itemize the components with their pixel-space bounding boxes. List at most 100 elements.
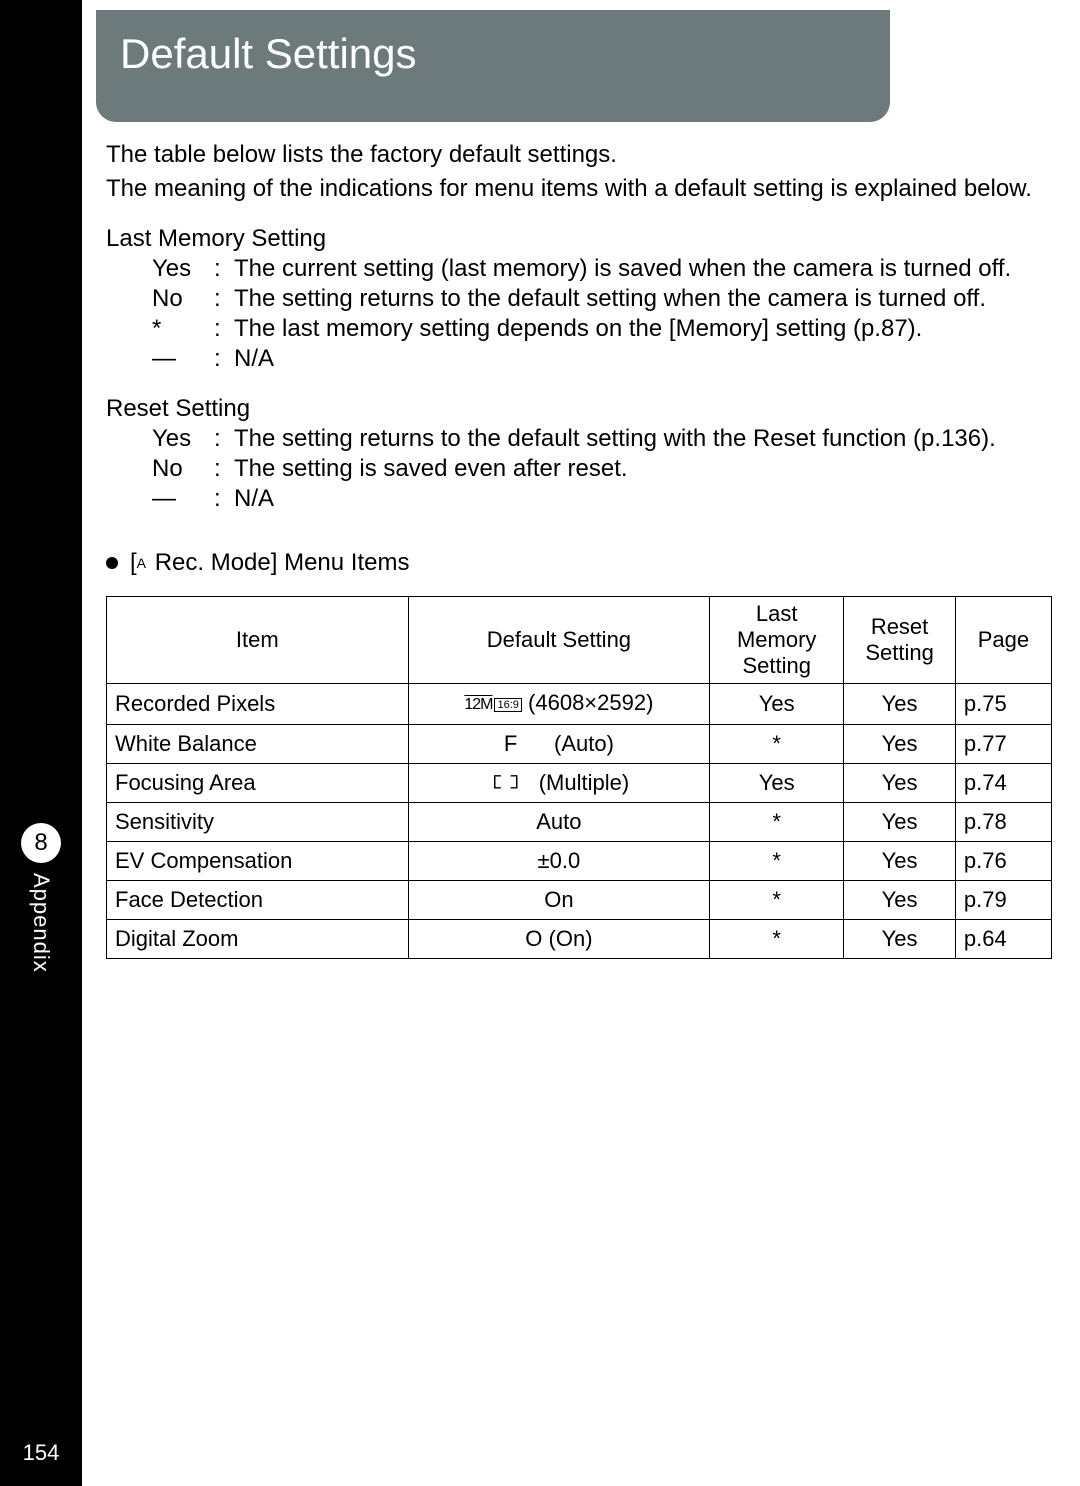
manual-page: 8 Appendix 154 Default Settings The tabl… [0,0,1080,1486]
cell-last-memory: * [710,920,844,959]
aspect-icon: 16:9 [494,698,521,712]
page-number: 154 [0,1440,82,1466]
cell-last-memory: Yes [710,764,844,803]
definition-text: The setting returns to the default setti… [234,284,1052,314]
definition-row: Yes : The setting returns to the default… [152,424,1052,454]
cell-page: p.75 [955,684,1051,725]
definition-row: — : N/A [152,484,1052,514]
intro-line-2: The meaning of the indications for menu … [106,174,1052,204]
cell-reset: Yes [844,803,956,842]
definition-key: Yes [152,424,214,454]
definition-colon: : [214,344,234,374]
cell-item: EV Compensation [107,842,409,881]
cell-item: Focusing Area [107,764,409,803]
definition-text: The current setting (last memory) is sav… [234,254,1052,284]
table-row: EV Compensation ±0.0 * Yes p.76 [107,842,1052,881]
sidebar-content: 8 Appendix [0,823,82,973]
cell-page: p.79 [955,881,1051,920]
cell-reset: Yes [844,725,956,764]
cell-default: 12M16:9 (4608×2592) [408,684,710,725]
cell-last-memory: * [710,881,844,920]
col-item: Item [107,597,409,684]
col-reset: Reset Setting [844,597,956,684]
definition-text: The last memory setting depends on the [… [234,314,1052,344]
cell-default: Auto [408,803,710,842]
definition-key: No [152,454,214,484]
check-on-icon: O [525,926,542,951]
cell-page: p.74 [955,764,1051,803]
definition-colon: : [214,284,234,314]
page-title-tab: Default Settings [96,10,890,122]
table-row: White Balance F (Auto) * Yes p.77 [107,725,1052,764]
focus-bracket-icon: ┌┐└┘ [489,772,533,796]
cell-item: Recorded Pixels [107,684,409,725]
cell-default: On [408,881,710,920]
awb-icon: F [504,731,517,756]
definition-colon: : [214,254,234,284]
bullet-icon [106,557,118,569]
reset-setting-heading: Reset Setting [106,394,1052,424]
cell-page: p.76 [955,842,1051,881]
cell-reset: Yes [844,881,956,920]
page-content: The table below lists the factory defaul… [82,140,1080,959]
definition-key: * [152,314,214,344]
table-row: Face Detection On * Yes p.79 [107,881,1052,920]
rec-mode-settings-table: Item Default Setting Last Memory Setting… [106,596,1052,959]
definition-row: Yes : The current setting (last memory) … [152,254,1052,284]
cell-last-memory: Yes [710,684,844,725]
intro-text: The table below lists the factory defaul… [106,140,1052,204]
definition-key: No [152,284,214,314]
sidebar-strip: 8 Appendix 154 [0,0,82,1486]
definition-text: N/A [234,484,1052,514]
cell-item: Sensitivity [107,803,409,842]
table-row: Sensitivity Auto * Yes p.78 [107,803,1052,842]
cell-page: p.77 [955,725,1051,764]
rec-mode-heading: [A Rec. Mode] Menu Items [106,548,1052,578]
cell-item: White Balance [107,725,409,764]
rec-mode-heading-text: [A Rec. Mode] Menu Items [130,548,409,578]
definition-text: The setting returns to the default setti… [234,424,1052,454]
cell-last-memory: * [710,842,844,881]
cell-default: O (On) [408,920,710,959]
cell-item: Digital Zoom [107,920,409,959]
reset-setting-definitions: Yes : The setting returns to the default… [152,424,1052,514]
definition-row: * : The last memory setting depends on t… [152,314,1052,344]
table-header-row: Item Default Setting Last Memory Setting… [107,597,1052,684]
cell-page: p.78 [955,803,1051,842]
definition-key: — [152,484,214,514]
camera-mode-icon: A [137,548,146,578]
definition-row: No : The setting is saved even after res… [152,454,1052,484]
cell-last-memory: * [710,803,844,842]
cell-item: Face Detection [107,881,409,920]
appendix-label: Appendix [28,873,54,973]
definition-colon: : [214,424,234,454]
cell-reset: Yes [844,764,956,803]
page-title: Default Settings [120,30,417,77]
definition-colon: : [214,314,234,344]
cell-reset: Yes [844,684,956,725]
col-page: Page [955,597,1051,684]
definition-key: Yes [152,254,214,284]
definition-row: No : The setting returns to the default … [152,284,1052,314]
last-memory-definitions: Yes : The current setting (last memory) … [152,254,1052,374]
definition-colon: : [214,484,234,514]
cell-reset: Yes [844,842,956,881]
table-row: Recorded Pixels 12M16:9 (4608×2592) Yes … [107,684,1052,725]
cell-page: p.64 [955,920,1051,959]
cell-last-memory: * [710,725,844,764]
definition-text: N/A [234,344,1052,374]
col-default: Default Setting [408,597,710,684]
resolution-icon: 12M [464,690,492,720]
cell-default: ±0.0 [408,842,710,881]
col-last-memory: Last Memory Setting [710,597,844,684]
cell-reset: Yes [844,920,956,959]
chapter-number-badge: 8 [21,823,61,863]
last-memory-heading: Last Memory Setting [106,224,1052,254]
definition-row: — : N/A [152,344,1052,374]
definition-colon: : [214,454,234,484]
cell-default: ┌┐└┘ (Multiple) [408,764,710,803]
definition-key: — [152,344,214,374]
cell-default: F (Auto) [408,725,710,764]
table-row: Focusing Area ┌┐└┘ (Multiple) Yes Yes p.… [107,764,1052,803]
table-row: Digital Zoom O (On) * Yes p.64 [107,920,1052,959]
